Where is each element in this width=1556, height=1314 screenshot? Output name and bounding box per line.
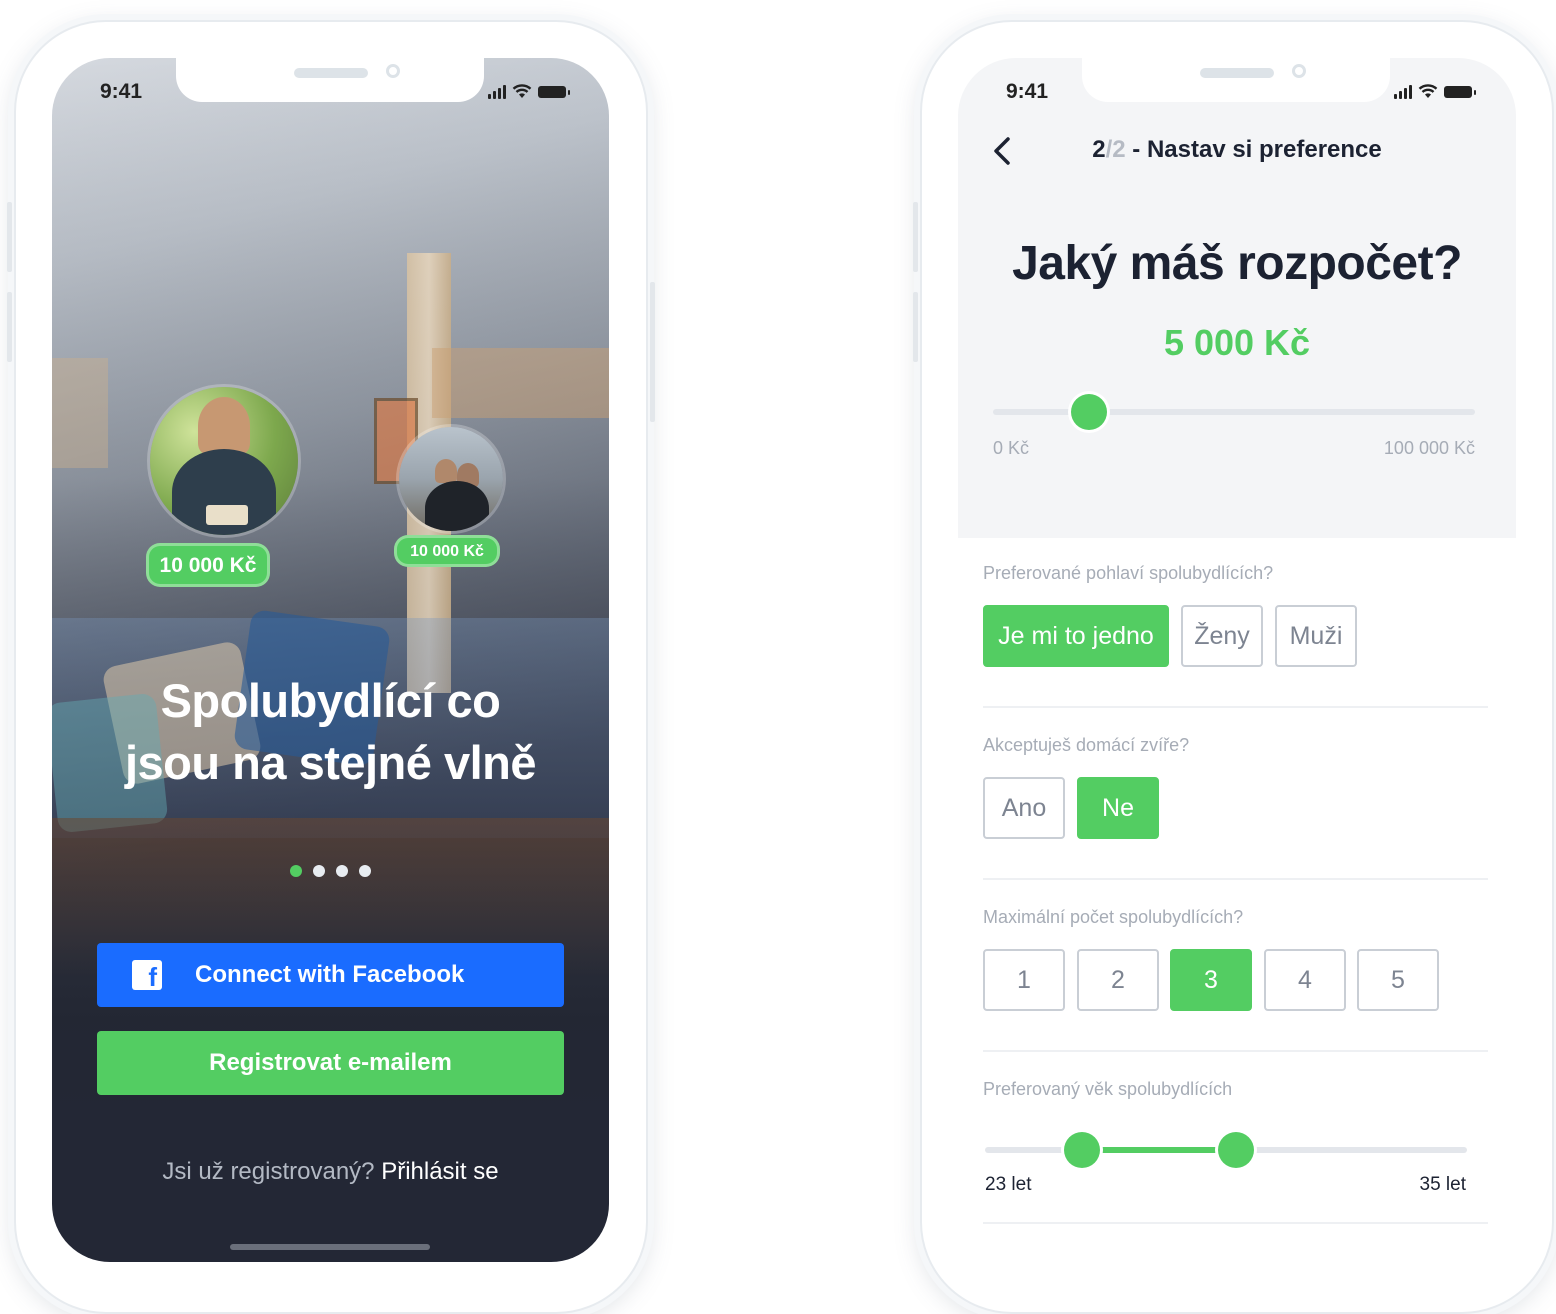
status-icons (1394, 84, 1476, 99)
profile-avatar[interactable] (396, 424, 506, 534)
notch-camera (386, 64, 400, 78)
budget-value: 5 000 Kč (1163, 322, 1311, 363)
budget-slider-track[interactable] (993, 409, 1475, 415)
connect-facebook-button[interactable]: f Connect with Facebook (97, 943, 564, 1007)
login-question: Jsi už registrovaný? (162, 1158, 375, 1185)
age-slider-max-handle[interactable] (1218, 1132, 1254, 1168)
roommates-option[interactable]: 4 (1264, 949, 1346, 1011)
status-time: 9:41 (1006, 80, 1049, 103)
age-question: Preferovaný věk spolubydlících (983, 1079, 1233, 1099)
facebook-icon: f (132, 960, 162, 990)
side-button (7, 292, 12, 362)
wifi-icon (512, 84, 532, 98)
status-icons (488, 84, 570, 99)
notch-camera (1292, 64, 1306, 78)
status-time: 9:41 (100, 80, 143, 103)
battery-icon (538, 85, 570, 98)
section-divider (983, 1222, 1488, 1224)
side-button (913, 292, 918, 362)
section-divider (983, 878, 1488, 880)
page-indicator (52, 865, 609, 877)
onboarding-headline: Spolubydlící co jsou na stejné vlně (52, 670, 609, 794)
pets-question: Akceptuješ domácí zvíře? (983, 735, 1190, 755)
roommates-option[interactable]: 1 (983, 949, 1065, 1011)
page-dot[interactable] (336, 865, 348, 877)
login-link[interactable]: Přihlásit se (381, 1158, 498, 1185)
phone-notch (1082, 58, 1390, 102)
age-min-label: 23 let (985, 1174, 1032, 1195)
budget-min-label: 0 Kč (993, 438, 1030, 458)
gender-option-women[interactable]: Ženy (1181, 605, 1263, 667)
page-dot[interactable] (290, 865, 302, 877)
room-background (432, 348, 609, 418)
notch-speaker (294, 68, 368, 78)
pets-option-yes[interactable]: Ano (983, 777, 1065, 839)
budget-max-label: 100 000 Kč (1383, 438, 1475, 458)
budget-header-panel (958, 58, 1516, 538)
signal-icon (488, 84, 506, 99)
age-slider-range (1082, 1147, 1236, 1153)
facebook-button-label: Connect with Facebook (195, 961, 465, 988)
home-indicator[interactable] (230, 1244, 430, 1250)
onboarding-screen: 9:41 10 000 Kč 10 000 Kč Spolubydlící co… (52, 58, 609, 1262)
step-total: /2 (1105, 136, 1126, 163)
side-button (650, 282, 655, 422)
headline-line: jsou na stejné vlně (124, 736, 537, 789)
roommates-option[interactable]: 5 (1357, 949, 1439, 1011)
side-button (7, 202, 12, 272)
step-current: 2 (1092, 136, 1106, 163)
battery-icon (1444, 85, 1476, 98)
phone-notch (176, 58, 484, 102)
age-max-label: 35 let (1419, 1174, 1466, 1195)
profile-price-badge: 10 000 Kč (146, 543, 270, 587)
email-button-label: Registrovat e-mailem (209, 1049, 452, 1076)
page-dot[interactable] (313, 865, 325, 877)
login-prompt: Jsi už registrovaný? Přihlásit se (52, 1158, 609, 1186)
notch-speaker (1200, 68, 1274, 78)
gender-question: Preferované pohlaví spolubydlících? (983, 563, 1274, 583)
budget-question: Jaký máš rozpočet? (1012, 237, 1462, 290)
gender-option-men[interactable]: Muži (1275, 605, 1357, 667)
gender-option-any[interactable]: Je mi to jedno (983, 605, 1169, 667)
wifi-icon (1418, 84, 1438, 98)
side-button (913, 202, 918, 272)
pets-option-no[interactable]: Ne (1077, 777, 1159, 839)
nav-title-text: - Nastav si preference (1125, 136, 1382, 163)
page-dot[interactable] (359, 865, 371, 877)
profile-avatar[interactable] (147, 384, 301, 538)
profile-price-badge: 10 000 Kč (394, 535, 500, 567)
max-roommates-question: Maximální počet spolubydlících? (983, 907, 1244, 927)
roommates-option[interactable]: 3 (1170, 949, 1252, 1011)
preferences-screen: 9:41 2/2 - Nastav si preference Jaký máš… (958, 58, 1516, 1262)
roommates-option[interactable]: 2 (1077, 949, 1159, 1011)
headline-line: Spolubydlící co (160, 674, 501, 727)
age-slider-min-handle[interactable] (1064, 1132, 1100, 1168)
nav-title: 2/2 - Nastav si preference (958, 136, 1516, 164)
register-email-button[interactable]: Registrovat e-mailem (97, 1031, 564, 1095)
section-divider (983, 1050, 1488, 1052)
signal-icon (1394, 84, 1412, 99)
section-divider (983, 706, 1488, 708)
room-background (52, 358, 108, 468)
